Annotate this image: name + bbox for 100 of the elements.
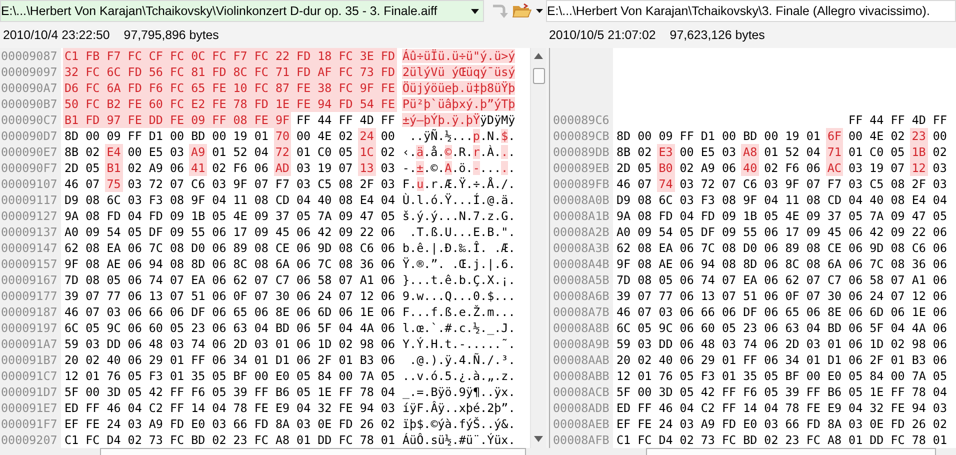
hex-byte: 9C	[106, 320, 121, 336]
hex-byte: 39	[233, 384, 248, 400]
path-field[interactable]: E:\...\Herbert Von Karajan\Tchaikovsky\3. Finale (Allegro vivacissimo).	[546, 0, 956, 22]
dropdown-caret-icon[interactable]	[471, 8, 479, 14]
hex-byte: 01	[722, 352, 736, 368]
hex-byte: 06	[932, 224, 947, 240]
hex-byte: A8	[275, 432, 290, 448]
hex-byte: 7C	[870, 256, 884, 272]
hex-byte: 00	[86, 128, 100, 144]
scroll-up-icon[interactable]	[534, 53, 543, 59]
hex-byte: 0F	[233, 288, 248, 304]
hex-byte: 06	[764, 272, 778, 288]
hex-byte: 06	[338, 304, 353, 320]
hex-byte: 04	[764, 192, 778, 208]
hex-byte: A8	[827, 432, 842, 448]
hex-byte: 42	[870, 224, 884, 240]
hex-byte: 06	[806, 304, 820, 320]
path-field[interactable]: E:\...\Herbert Von Karajan\Tchaikovsky\Violinkonzert D-dur op. 35 - 3. Finale.aiff	[0, 0, 484, 22]
hex-byte: 66	[233, 416, 248, 432]
scroll-down-icon[interactable]	[534, 436, 543, 442]
hex-byte: 09	[806, 224, 820, 240]
hex-byte: CD	[827, 192, 842, 208]
hex-byte: A9	[700, 160, 715, 176]
hex-byte: 47	[912, 208, 926, 224]
hex-byte: 00	[380, 128, 395, 144]
ascii-text: _.=.Bÿö.9ÿ¶..ÿx.	[402, 384, 516, 400]
hex-byte: 13	[358, 160, 376, 176]
hex-byte: 8E	[275, 304, 290, 320]
scrollbar-thumb[interactable]	[100, 448, 526, 455]
scrollbar-thumb[interactable]	[646, 448, 936, 455]
hex-byte: 6D	[318, 304, 332, 320]
hex-byte: 78	[785, 400, 800, 416]
dropdown-caret-icon[interactable]	[536, 9, 543, 13]
hex-byte: 08	[806, 240, 820, 256]
hex-byte: 06	[680, 336, 694, 352]
offset-label: 000089EB	[550, 160, 613, 176]
hex-byte: 59	[616, 336, 631, 352]
hex-byte: 05	[128, 224, 142, 240]
hex-byte: 04	[680, 400, 694, 416]
hex-byte: 02	[86, 352, 100, 368]
hex-byte: 2D	[233, 336, 248, 352]
hex-byte: 8B	[64, 144, 79, 160]
hex-byte: 60	[145, 96, 166, 112]
scrollbar-thumb[interactable]	[533, 68, 545, 84]
hex-byte: E4	[104, 144, 122, 160]
hex-byte: 40	[106, 352, 121, 368]
hex-byte: 11	[785, 192, 800, 208]
hex-byte: 05	[296, 208, 311, 224]
hex-byte: 02	[338, 336, 353, 352]
hex-byte: DF	[148, 224, 163, 240]
hex-byte: 76	[106, 368, 121, 384]
hex-byte: B1	[62, 112, 82, 128]
hex-byte: 04	[848, 192, 863, 208]
hex-byte: 05	[296, 384, 311, 400]
hex-byte: 7C	[148, 240, 163, 256]
hex-byte: 9A	[64, 208, 79, 224]
hex-byte: 04	[806, 320, 820, 336]
hex-byte: 05	[170, 320, 184, 336]
hex-byte: 9F	[356, 80, 378, 96]
hex-byte: 03	[380, 400, 395, 416]
hex-byte: 12	[360, 288, 374, 304]
hex-byte: FD	[700, 208, 715, 224]
hex-byte: 06	[128, 304, 142, 320]
hex-byte: FC	[166, 96, 188, 112]
ascii-text: Y.Ý.H.t.-.....˜.	[402, 336, 516, 352]
hex-byte: FE	[890, 400, 905, 416]
hex-byte: FC	[82, 80, 104, 96]
hex-byte: 06	[212, 240, 226, 256]
hex-byte: 08	[890, 176, 905, 192]
hex-byte: 06	[932, 256, 947, 272]
hex-byte: C1	[64, 432, 79, 448]
offset-label: 000091C7	[0, 368, 61, 384]
ascii-text: ‹.ä.å.©.R.r.À...	[402, 144, 516, 160]
hex-byte: 03	[658, 304, 673, 320]
hex-byte: FD	[124, 64, 146, 80]
offset-label: 00009137	[0, 224, 61, 240]
hex-byte: D9	[616, 192, 631, 208]
hex-byte: 06	[296, 256, 311, 272]
hex-byte: FE	[638, 416, 652, 432]
hex-byte: C7	[275, 272, 290, 288]
hex-byte: 08	[722, 192, 736, 208]
hex-byte: 8C	[233, 256, 248, 272]
hex-byte: 03	[86, 336, 100, 352]
hex-byte: 06	[254, 304, 268, 320]
hex-byte: 0E	[870, 416, 884, 432]
hex-byte: F6	[191, 384, 206, 400]
hex-byte: 03	[848, 176, 863, 192]
offset-label: 000089DB	[550, 144, 613, 160]
offset-label: 00008A6B	[550, 288, 613, 304]
hex-byte: F7	[230, 48, 251, 64]
swap-arrow-icon[interactable]	[490, 3, 508, 19]
open-folder-icon[interactable]	[512, 3, 532, 19]
ascii-text: ..v.ó.5.¿.à.„.z.	[402, 368, 516, 384]
offset-label: 000089C6	[550, 112, 613, 128]
hex-byte: 08	[890, 192, 905, 208]
hex-byte: B2	[103, 96, 124, 112]
hex-byte: 46	[658, 400, 673, 416]
hex-byte: 08	[638, 240, 652, 256]
hex-byte: FE	[293, 96, 314, 112]
offset-label: 00009197	[0, 320, 61, 336]
